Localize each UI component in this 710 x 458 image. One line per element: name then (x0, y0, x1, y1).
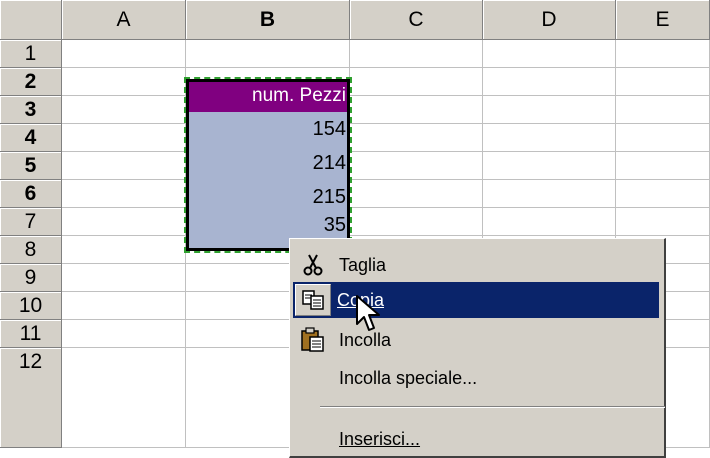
cell[interactable] (616, 152, 710, 180)
row-header-12[interactable]: 12 (0, 348, 62, 448)
row-header-9[interactable]: 9 (0, 264, 62, 292)
cell[interactable] (483, 208, 616, 236)
cell[interactable] (62, 96, 186, 124)
menu-item-copia[interactable]: Copia (293, 282, 659, 318)
cell[interactable] (483, 152, 616, 180)
row-header-3[interactable]: 3 (0, 96, 62, 124)
menu-item-label: Incolla speciale... (339, 367, 478, 388)
cell[interactable] (62, 236, 186, 264)
row-header-6[interactable]: 6 (0, 180, 62, 208)
cell[interactable] (62, 40, 186, 68)
paste-icon (293, 325, 333, 355)
cell[interactable] (350, 124, 483, 152)
cell[interactable] (483, 124, 616, 152)
row-header-7[interactable]: 7 (0, 208, 62, 236)
cell[interactable] (350, 96, 483, 124)
context-menu: Taglia Copia Incolla Incolla speciale...… (289, 238, 666, 458)
cell[interactable] (62, 264, 186, 292)
row-header-11[interactable]: 11 (0, 320, 62, 348)
cell[interactable] (483, 40, 616, 68)
column-header-d[interactable]: D (483, 0, 616, 40)
cell[interactable] (62, 152, 186, 180)
menu-item-taglia[interactable]: Taglia (293, 247, 659, 283)
cell[interactable] (62, 348, 186, 448)
menu-item-incolla[interactable]: Incolla (293, 322, 659, 358)
row-header-4[interactable]: 4 (0, 124, 62, 152)
copy-icon (295, 284, 331, 316)
cell[interactable] (616, 40, 710, 68)
cell-b2[interactable]: num. Pezzi (186, 80, 350, 112)
select-all-corner[interactable] (0, 0, 62, 40)
cell[interactable] (616, 124, 710, 152)
cell[interactable] (62, 208, 186, 236)
cell[interactable] (616, 180, 710, 208)
cell[interactable] (62, 124, 186, 152)
cell[interactable] (616, 96, 710, 124)
cell[interactable] (350, 208, 483, 236)
cell[interactable] (616, 208, 710, 236)
cell[interactable] (483, 180, 616, 208)
menu-item-incolla-speciale[interactable]: Incolla speciale... (293, 360, 659, 396)
column-header-b[interactable]: B (186, 0, 350, 40)
cell-b4[interactable]: 214 (186, 146, 350, 180)
menu-icon-spacer (293, 424, 333, 454)
cell[interactable] (350, 68, 483, 96)
column-header-c[interactable]: C (350, 0, 483, 40)
cell[interactable] (62, 320, 186, 348)
row-header-2[interactable]: 2 (0, 68, 62, 96)
cell[interactable] (350, 40, 483, 68)
cell-b5[interactable]: 215 (186, 180, 350, 214)
cell-b3[interactable]: 154 (186, 112, 350, 146)
menu-item-label: Taglia (339, 254, 387, 275)
row-header-10[interactable]: 10 (0, 292, 62, 320)
menu-separator (320, 406, 665, 408)
row-header-5[interactable]: 5 (0, 152, 62, 180)
cell[interactable] (186, 40, 350, 68)
scissors-icon (293, 250, 333, 280)
row-header-1[interactable]: 1 (0, 40, 62, 68)
menu-item-label: Incolla (339, 329, 392, 350)
cell[interactable] (483, 68, 616, 96)
column-header-a[interactable]: A (62, 0, 186, 40)
row-header-8[interactable]: 8 (0, 236, 62, 264)
cell[interactable] (350, 152, 483, 180)
menu-item-inserisci[interactable]: Inserisci... (293, 421, 659, 457)
cell[interactable] (483, 96, 616, 124)
cell[interactable] (350, 180, 483, 208)
menu-item-label: Copia (337, 289, 385, 310)
cell[interactable] (616, 68, 710, 96)
cell[interactable] (62, 292, 186, 320)
menu-icon-spacer (293, 363, 333, 393)
cell[interactable] (62, 68, 186, 96)
menu-item-label: Inserisci... (339, 428, 421, 449)
column-header-e[interactable]: E (616, 0, 710, 40)
cell[interactable] (62, 180, 186, 208)
